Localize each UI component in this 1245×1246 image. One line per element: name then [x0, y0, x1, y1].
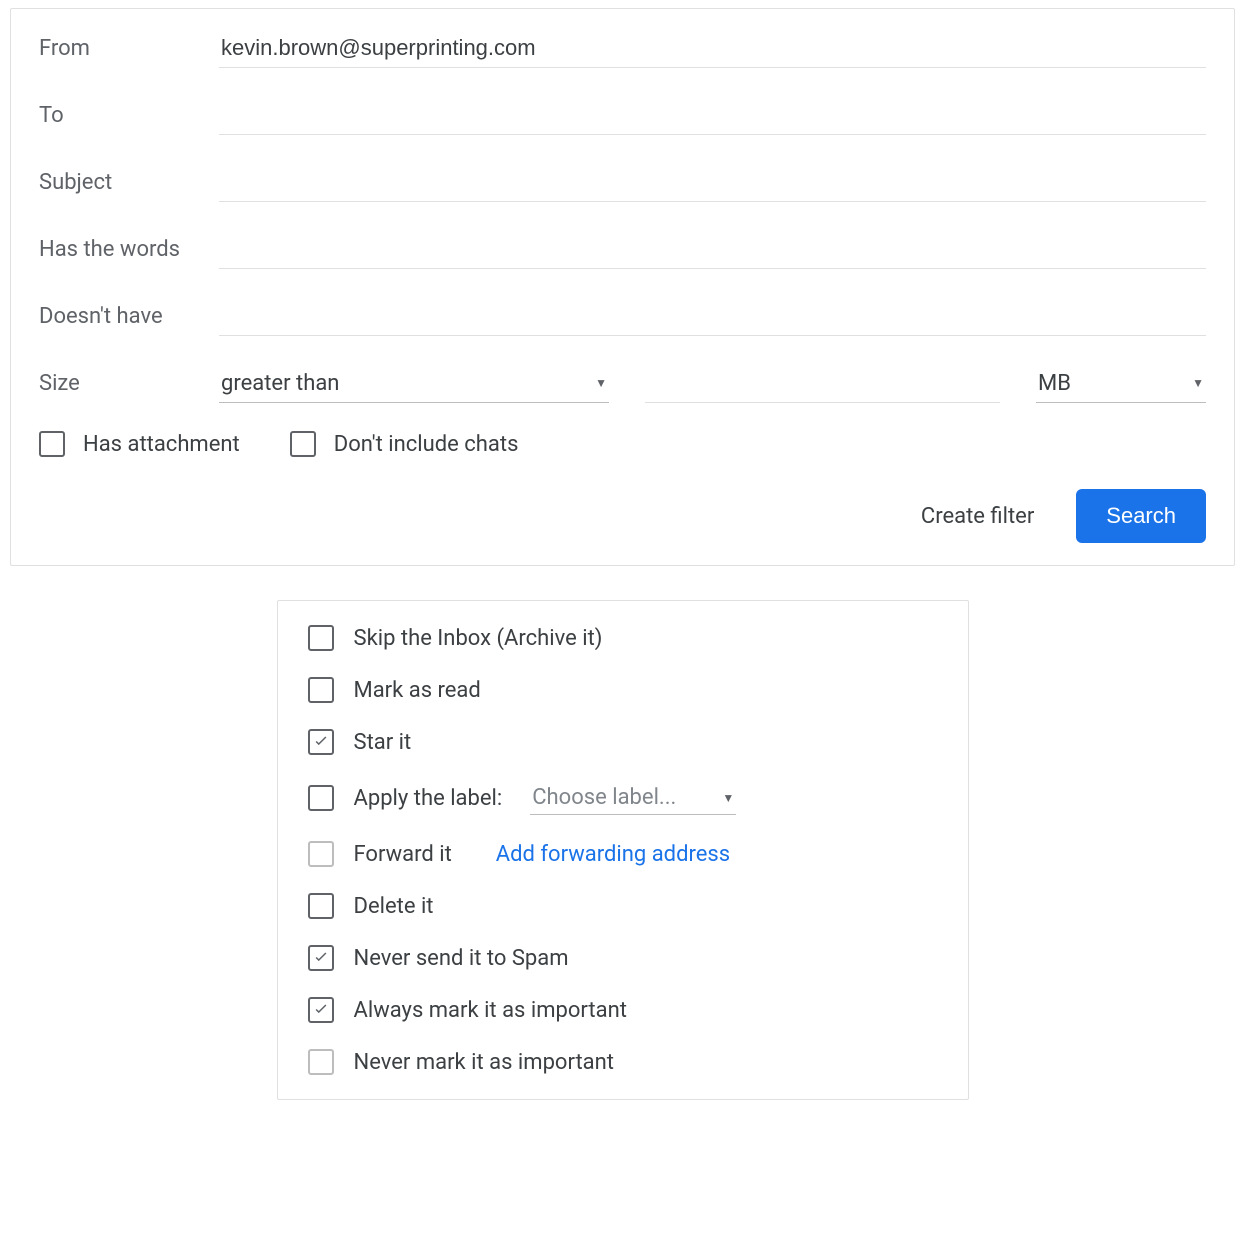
filter-option-row: Mark as read: [308, 677, 938, 703]
checkbox-icon[interactable]: [308, 1049, 334, 1075]
to-input[interactable]: [219, 96, 1206, 135]
size-row: Size greater than ▼ MB ▼: [39, 364, 1206, 403]
dont-include-chats-label: Don't include chats: [334, 432, 519, 457]
add-forwarding-address-link[interactable]: Add forwarding address: [496, 842, 730, 867]
doesnt-have-row: Doesn't have: [39, 297, 1206, 336]
subject-input[interactable]: [219, 163, 1206, 202]
choose-label-dropdown[interactable]: Choose label... ▼: [530, 781, 736, 815]
filter-option-label: Forward it: [354, 842, 452, 867]
from-row: From: [39, 29, 1206, 68]
from-input[interactable]: [219, 29, 1206, 68]
filter-option-row: Star it: [308, 729, 938, 755]
has-words-row: Has the words: [39, 230, 1206, 269]
filter-option-label: Mark as read: [354, 678, 481, 703]
filter-option-label: Always mark it as important: [354, 998, 627, 1023]
size-unit-value: MB: [1038, 371, 1071, 396]
from-label: From: [39, 36, 219, 61]
filter-option-row: Never send it to Spam: [308, 945, 938, 971]
filter-option-row: Forward it Add forwarding address: [308, 841, 938, 867]
checkbox-icon[interactable]: [308, 729, 334, 755]
checkbox-icon[interactable]: [308, 677, 334, 703]
checkbox-icon[interactable]: [308, 893, 334, 919]
checkbox-icon[interactable]: [308, 945, 334, 971]
filter-option-label: Star it: [354, 730, 412, 755]
actions-row: Create filter Search: [39, 489, 1206, 543]
doesnt-have-label: Doesn't have: [39, 304, 219, 329]
filter-options-list: Skip the Inbox (Archive it) Mark as read S…: [308, 625, 938, 1075]
filter-option-row: Never mark it as important: [308, 1049, 938, 1075]
caret-down-icon: ▼: [722, 791, 734, 805]
size-unit-dropdown[interactable]: MB ▼: [1036, 365, 1206, 403]
checkbox-icon[interactable]: [308, 625, 334, 651]
size-comparator-value: greater than: [221, 371, 339, 396]
choose-label-placeholder: Choose label...: [532, 785, 676, 810]
filter-option-row: Skip the Inbox (Archive it): [308, 625, 938, 651]
checkbox-icon: [39, 431, 65, 457]
to-label: To: [39, 103, 219, 128]
size-amount-input[interactable]: [645, 364, 1000, 403]
filter-options-panel: Skip the Inbox (Archive it) Mark as read S…: [277, 600, 969, 1100]
search-button[interactable]: Search: [1076, 489, 1206, 543]
filter-option-label: Apply the label:: [354, 786, 503, 811]
caret-down-icon: ▼: [595, 376, 607, 390]
has-attachment-checkbox[interactable]: Has attachment: [39, 431, 240, 457]
filter-option-row: Delete it: [308, 893, 938, 919]
filter-option-row: Always mark it as important: [308, 997, 938, 1023]
has-words-input[interactable]: [219, 230, 1206, 269]
caret-down-icon: ▼: [1192, 376, 1204, 390]
subject-row: Subject: [39, 163, 1206, 202]
checkbox-icon: [290, 431, 316, 457]
size-comparator-dropdown[interactable]: greater than ▼: [219, 365, 609, 403]
extra-checkbox-row: Has attachment Don't include chats: [39, 431, 1206, 457]
filter-option-label: Delete it: [354, 894, 434, 919]
filter-option-row: Apply the label: Choose label... ▼: [308, 781, 938, 815]
dont-include-chats-checkbox[interactable]: Don't include chats: [290, 431, 519, 457]
checkbox-icon[interactable]: [308, 785, 334, 811]
checkbox-icon[interactable]: [308, 841, 334, 867]
filter-option-label: Skip the Inbox (Archive it): [354, 626, 603, 651]
filter-criteria-panel: From To Subject Has the words Doesn't ha…: [10, 8, 1235, 566]
has-words-label: Has the words: [39, 237, 219, 262]
has-attachment-label: Has attachment: [83, 432, 240, 457]
filter-option-label: Never send it to Spam: [354, 946, 569, 971]
to-row: To: [39, 96, 1206, 135]
subject-label: Subject: [39, 170, 219, 195]
create-filter-button[interactable]: Create filter: [915, 494, 1040, 539]
doesnt-have-input[interactable]: [219, 297, 1206, 336]
size-label: Size: [39, 371, 219, 396]
filter-option-label: Never mark it as important: [354, 1050, 614, 1075]
checkbox-icon[interactable]: [308, 997, 334, 1023]
